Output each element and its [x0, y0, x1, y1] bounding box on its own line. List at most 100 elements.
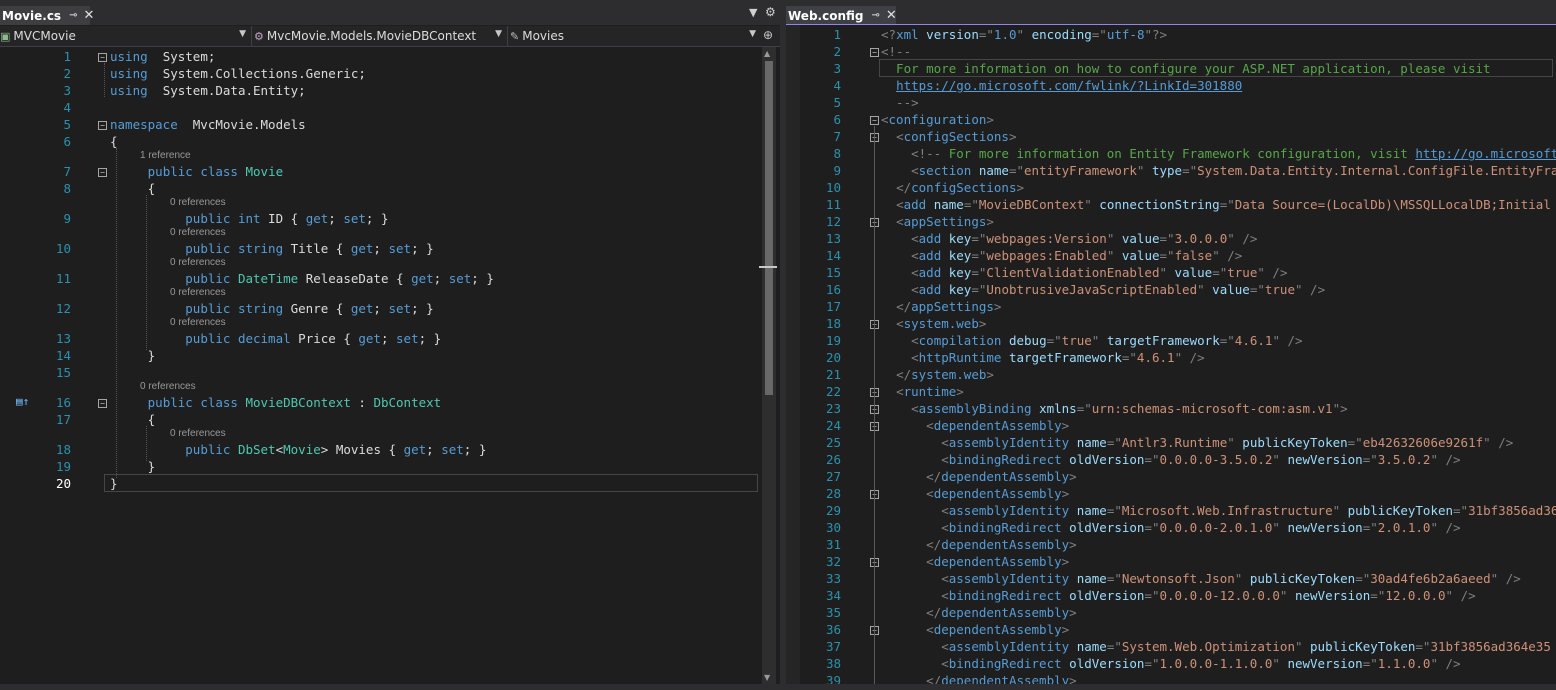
- code-line[interactable]: <?xml version="1.0" encoding="utf-8"?>: [881, 27, 1167, 42]
- close-icon[interactable]: ✕: [83, 8, 94, 23]
- pin-icon[interactable]: ⊸: [871, 10, 879, 21]
- csharp-code-editor[interactable]: 1 using System; 2 using System.Collections.…: [0, 47, 780, 690]
- left-vertical-scrollbar[interactable]: ▲ ▼: [759, 47, 777, 684]
- code-token: <: [911, 333, 919, 348]
- code-line[interactable]: using System.Data.Entity;: [110, 83, 306, 98]
- code-line[interactable]: <appSettings>: [881, 214, 994, 229]
- code-token: set: [388, 301, 412, 316]
- tab-movie-cs[interactable]: Movie.cs ⊸ ✕: [0, 6, 94, 25]
- close-icon[interactable]: ✕: [886, 8, 897, 23]
- type-dropdown[interactable]: ⚙ MvcMovie.Models.MovieDBContext ▼: [254, 26, 506, 46]
- member-dropdown[interactable]: ✎ Movies ▼: [510, 26, 760, 46]
- scroll-down-icon[interactable]: ▼: [764, 673, 770, 682]
- code-line[interactable]: using System.Collections.Generic;: [110, 66, 366, 81]
- code-line[interactable]: <add key="ClientValidationEnabled" value…: [881, 265, 1287, 280]
- scroll-thumb[interactable]: [765, 61, 773, 395]
- codelens-references[interactable]: 0 references: [170, 287, 226, 298]
- collapse-toggle-icon[interactable]: −: [98, 168, 107, 177]
- code-line[interactable]: </system.web>: [881, 367, 994, 382]
- code-line[interactable]: public string Genre { get; set; }: [110, 301, 433, 316]
- code-line[interactable]: public DbSet<Movie> Movies { get; set; }: [110, 442, 486, 457]
- code-line[interactable]: <add key="UnobtrusiveJavaScriptEnabled" …: [881, 282, 1325, 297]
- code-token: class: [200, 164, 238, 179]
- codelens-references[interactable]: 0 references: [170, 257, 226, 268]
- codelens-references[interactable]: 0 references: [170, 227, 226, 238]
- collapse-toggle-icon[interactable]: −: [870, 116, 879, 125]
- tab-dropdown-icon[interactable]: ▼: [749, 6, 757, 19]
- code-line[interactable]: <bindingRedirect oldVersion="1.0.0.0-1.1…: [881, 656, 1460, 671]
- code-line[interactable]: <add name="MovieDBContext" connectionStr…: [881, 197, 1556, 212]
- line-number: 9: [63, 211, 71, 226]
- scroll-up-icon[interactable]: ▲: [764, 49, 770, 58]
- code-line[interactable]: <system.web>: [881, 316, 986, 331]
- xml-code-editor[interactable]: 1 <?xml version="1.0" encoding="utf-8"?> 2…: [786, 25, 1556, 690]
- gear-icon[interactable]: ⚙: [765, 5, 776, 19]
- code-line[interactable]: <add key="webpages:Enabled" value="false…: [881, 248, 1242, 263]
- collapse-toggle-icon[interactable]: −: [870, 48, 879, 57]
- code-line[interactable]: <assemblyIdentity name="Newtonsoft.Json"…: [881, 571, 1521, 586]
- split-window-icon[interactable]: ⊕: [763, 28, 773, 42]
- code-line[interactable]: <bindingRedirect oldVersion="0.0.0.0-3.5…: [881, 452, 1460, 467]
- pin-icon[interactable]: ⊸: [69, 10, 77, 21]
- collapse-toggle-icon[interactable]: −: [98, 53, 107, 62]
- code-line[interactable]: <!--: [881, 44, 911, 59]
- code-line[interactable]: </dependentAssembly>: [881, 469, 1077, 484]
- code-line[interactable]: <dependentAssembly>: [881, 622, 1069, 637]
- code-line[interactable]: <section name="entityFramework" type="Sy…: [881, 163, 1556, 178]
- code-line[interactable]: public class MovieDBContext : DbContext: [110, 395, 442, 410]
- code-line[interactable]: </appSettings>: [881, 299, 1001, 314]
- code-line[interactable]: public class Movie: [110, 164, 284, 179]
- line-number: 30: [825, 520, 841, 535]
- collapse-toggle-icon[interactable]: −: [98, 121, 107, 130]
- code-line[interactable]: public int ID { get; set; }: [110, 211, 388, 226]
- code-line[interactable]: <dependentAssembly>: [881, 418, 1069, 433]
- code-token: <: [941, 503, 949, 518]
- code-line[interactable]: namespace MvcMovie.Models: [110, 117, 306, 132]
- code-line[interactable]: https://go.microsoft.com/fwlink/?LinkId=…: [881, 78, 1242, 93]
- code-token: =": [1219, 197, 1235, 212]
- code-line[interactable]: </configSections>: [881, 180, 1024, 195]
- tab-web-config[interactable]: Web.config ⊸ ✕: [786, 6, 897, 25]
- code-line[interactable]: <httpRuntime targetFramework="4.6.1" />: [881, 350, 1205, 365]
- code-line[interactable]: public decimal Price { get; set; }: [110, 331, 441, 346]
- selection-margin: [786, 25, 800, 690]
- code-line[interactable]: -->: [881, 95, 919, 110]
- codelens-references[interactable]: 0 references: [170, 197, 226, 208]
- codelens-references[interactable]: 0 references: [140, 381, 196, 392]
- codelens-references[interactable]: 0 references: [170, 317, 226, 328]
- code-line[interactable]: using System;: [110, 49, 215, 64]
- collapse-guide: [874, 126, 875, 687]
- code-line[interactable]: <!-- For more information on Entity Fram…: [881, 146, 1556, 161]
- code-line[interactable]: <assemblyIdentity name="Antlr3.Runtime" …: [881, 435, 1513, 450]
- code-line[interactable]: <add key="webpages:Version" value="3.0.0…: [881, 231, 1257, 246]
- code-line[interactable]: <assemblyIdentity name="System.Web.Optim…: [881, 639, 1551, 654]
- code-token: newVersion: [1287, 520, 1363, 535]
- code-line[interactable]: </dependentAssembly>: [881, 537, 1077, 552]
- codelens-references[interactable]: 0 references: [170, 428, 226, 439]
- codelens-references[interactable]: 1 reference: [140, 150, 191, 161]
- code-token: =": [1370, 588, 1386, 603]
- code-line[interactable]: public string Title { get; set; }: [110, 241, 433, 256]
- code-line[interactable]: <bindingRedirect oldVersion="0.0.0.0-2.0…: [881, 520, 1460, 535]
- code-line[interactable]: <assemblyIdentity name="Microsoft.Web.In…: [881, 503, 1556, 518]
- code-line[interactable]: <dependentAssembly>: [881, 486, 1069, 501]
- code-line[interactable]: <compilation debug="true" targetFramewor…: [881, 333, 1302, 348]
- line-number: 24: [825, 418, 841, 433]
- code-line[interactable]: <runtime>: [881, 384, 964, 399]
- code-token: -->: [881, 95, 919, 110]
- code-line[interactable]: <configSections>: [881, 129, 1016, 144]
- code-line[interactable]: <dependentAssembly>: [881, 554, 1069, 569]
- code-line[interactable]: <configuration>: [881, 112, 994, 127]
- code-line[interactable]: <assemblyBinding xmlns="urn:schemas-micr…: [881, 401, 1348, 416]
- code-line[interactable]: <bindingRedirect oldVersion="0.0.0.0-12.…: [881, 588, 1475, 603]
- project-dropdown[interactable]: ▣ MVCMovie ▼: [0, 26, 250, 46]
- inheritance-margin-icon[interactable]: ▤↑: [16, 395, 29, 408]
- collapse-toggle-icon[interactable]: −: [98, 399, 107, 408]
- code-line[interactable]: </dependentAssembly>: [881, 605, 1077, 620]
- code-token: />: [1227, 248, 1243, 263]
- code-token: =": [971, 282, 987, 297]
- code-line[interactable]: public DateTime ReleaseDate { get; set; …: [110, 271, 494, 286]
- code-token: namespace: [110, 117, 178, 132]
- code-line[interactable]: {: [110, 134, 118, 149]
